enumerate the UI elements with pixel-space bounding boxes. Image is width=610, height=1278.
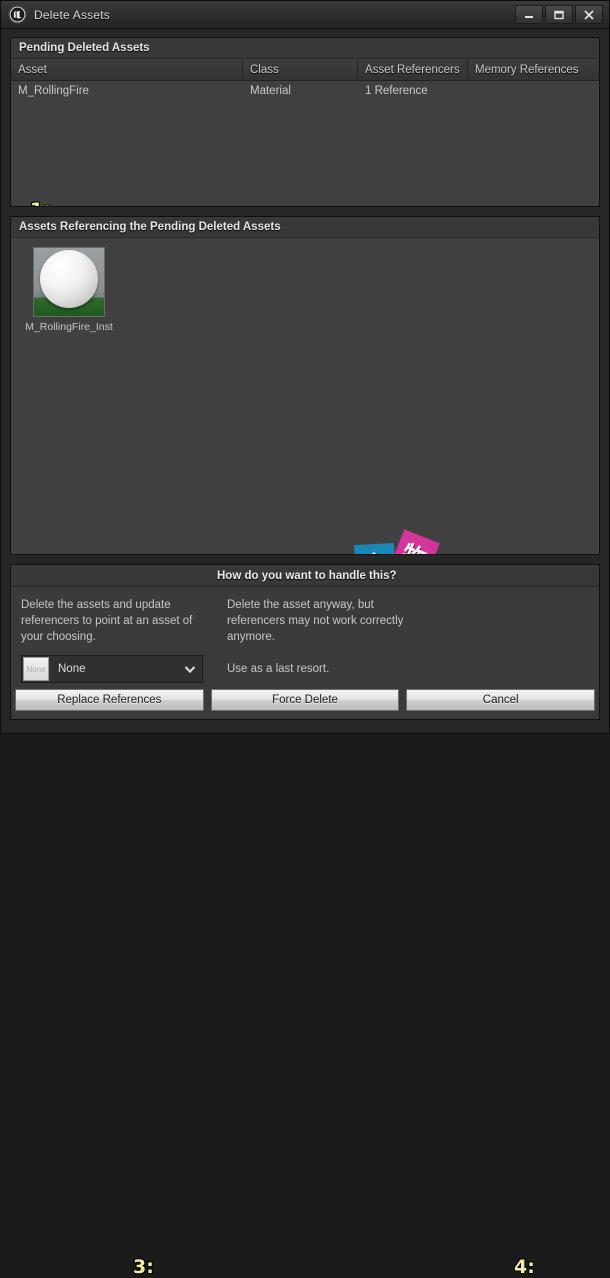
annotation-marker-4: 4: bbox=[514, 1256, 535, 1278]
choice-replace-references: Delete the assets and update referencers… bbox=[11, 597, 217, 1278]
asset-picker-dropdown[interactable]: None None bbox=[21, 655, 203, 683]
window-controls bbox=[515, 5, 607, 24]
referencing-panel-header: Assets Referencing the Pending Deleted A… bbox=[11, 217, 599, 238]
minimize-button[interactable] bbox=[515, 5, 543, 24]
action-buttons-row: Replace References Force Delete Cancel bbox=[11, 683, 599, 719]
close-button[interactable] bbox=[575, 5, 603, 24]
asset-picker-value: None bbox=[58, 663, 86, 675]
list-item[interactable]: M_RollingFire_Inst bbox=[24, 247, 114, 333]
watermark-tile-shi: 实 bbox=[353, 542, 397, 554]
material-sphere-thumbnail-icon bbox=[33, 247, 105, 317]
pending-panel-header: Pending Deleted Assets bbox=[11, 38, 599, 59]
referencing-assets-grid: M_RollingFire_Inst 2: 实 物 拍 摄 引擎中国 www.e… bbox=[11, 238, 599, 554]
annotation-marker-3: 3: bbox=[133, 1256, 154, 1278]
choice-cancel: 5: bbox=[415, 597, 599, 683]
window-footer bbox=[10, 720, 600, 733]
column-header-memory-references[interactable]: Memory References bbox=[468, 59, 599, 80]
delete-assets-window: Delete Assets Pending Deleted Assets Ass… bbox=[0, 0, 610, 1278]
cell-asset-referencers: 1 Reference bbox=[365, 84, 428, 97]
referencing-panel-title: Assets Referencing the Pending Deleted A… bbox=[19, 221, 281, 233]
pending-panel-title: Pending Deleted Assets bbox=[19, 42, 150, 54]
title-bar[interactable]: Delete Assets bbox=[1, 1, 609, 29]
asset-picker-thumbnail: None bbox=[23, 657, 49, 681]
asset-label: M_RollingFire_Inst bbox=[25, 321, 113, 333]
pending-table-header-row: Asset Class Asset Referencers Memory Ref… bbox=[11, 59, 599, 81]
choice-force-delete: Delete the asset anyway, but referencers… bbox=[217, 597, 535, 1278]
replace-references-button[interactable]: Replace References bbox=[15, 689, 204, 711]
column-header-class[interactable]: Class bbox=[243, 59, 358, 80]
column-header-asset[interactable]: Asset bbox=[11, 59, 243, 80]
window-title: Delete Assets bbox=[34, 7, 110, 22]
unreal-engine-logo-icon bbox=[7, 5, 27, 25]
window-body: Pending Deleted Assets Asset Class Asset… bbox=[1, 29, 609, 1278]
table-row[interactable]: M_RollingFire Material 1 Reference bbox=[11, 81, 599, 100]
cell-asset: M_RollingFire bbox=[18, 84, 89, 97]
handle-panel-title: How do you want to handle this? bbox=[217, 569, 397, 582]
cancel-button[interactable]: Cancel bbox=[406, 689, 596, 711]
handle-panel: How do you want to handle this? Delete t… bbox=[10, 564, 600, 1278]
replace-references-description: Delete the assets and update referencers… bbox=[21, 599, 193, 643]
chevron-down-icon[interactable] bbox=[182, 665, 198, 673]
pending-deleted-assets-panel: Pending Deleted Assets Asset Class Asset… bbox=[10, 37, 600, 207]
handle-choices: Delete the assets and update referencers… bbox=[11, 587, 599, 1278]
force-delete-button[interactable]: Force Delete bbox=[210, 689, 400, 711]
watermark-tile-wu: 物 bbox=[390, 529, 440, 554]
maximize-button[interactable] bbox=[545, 5, 573, 24]
referencing-assets-panel: Assets Referencing the Pending Deleted A… bbox=[10, 216, 600, 555]
column-header-asset-referencers[interactable]: Asset Referencers bbox=[358, 59, 468, 80]
handle-panel-header: How do you want to handle this? bbox=[11, 565, 599, 587]
pending-table-body: M_RollingFire Material 1 Reference 1: bbox=[11, 81, 599, 206]
annotation-marker-1: 1: bbox=[30, 199, 51, 206]
force-delete-description: Delete the asset anyway, but referencers… bbox=[227, 599, 404, 643]
force-delete-note: Use as a last resort. bbox=[227, 663, 330, 675]
cell-class: Material bbox=[250, 84, 291, 97]
